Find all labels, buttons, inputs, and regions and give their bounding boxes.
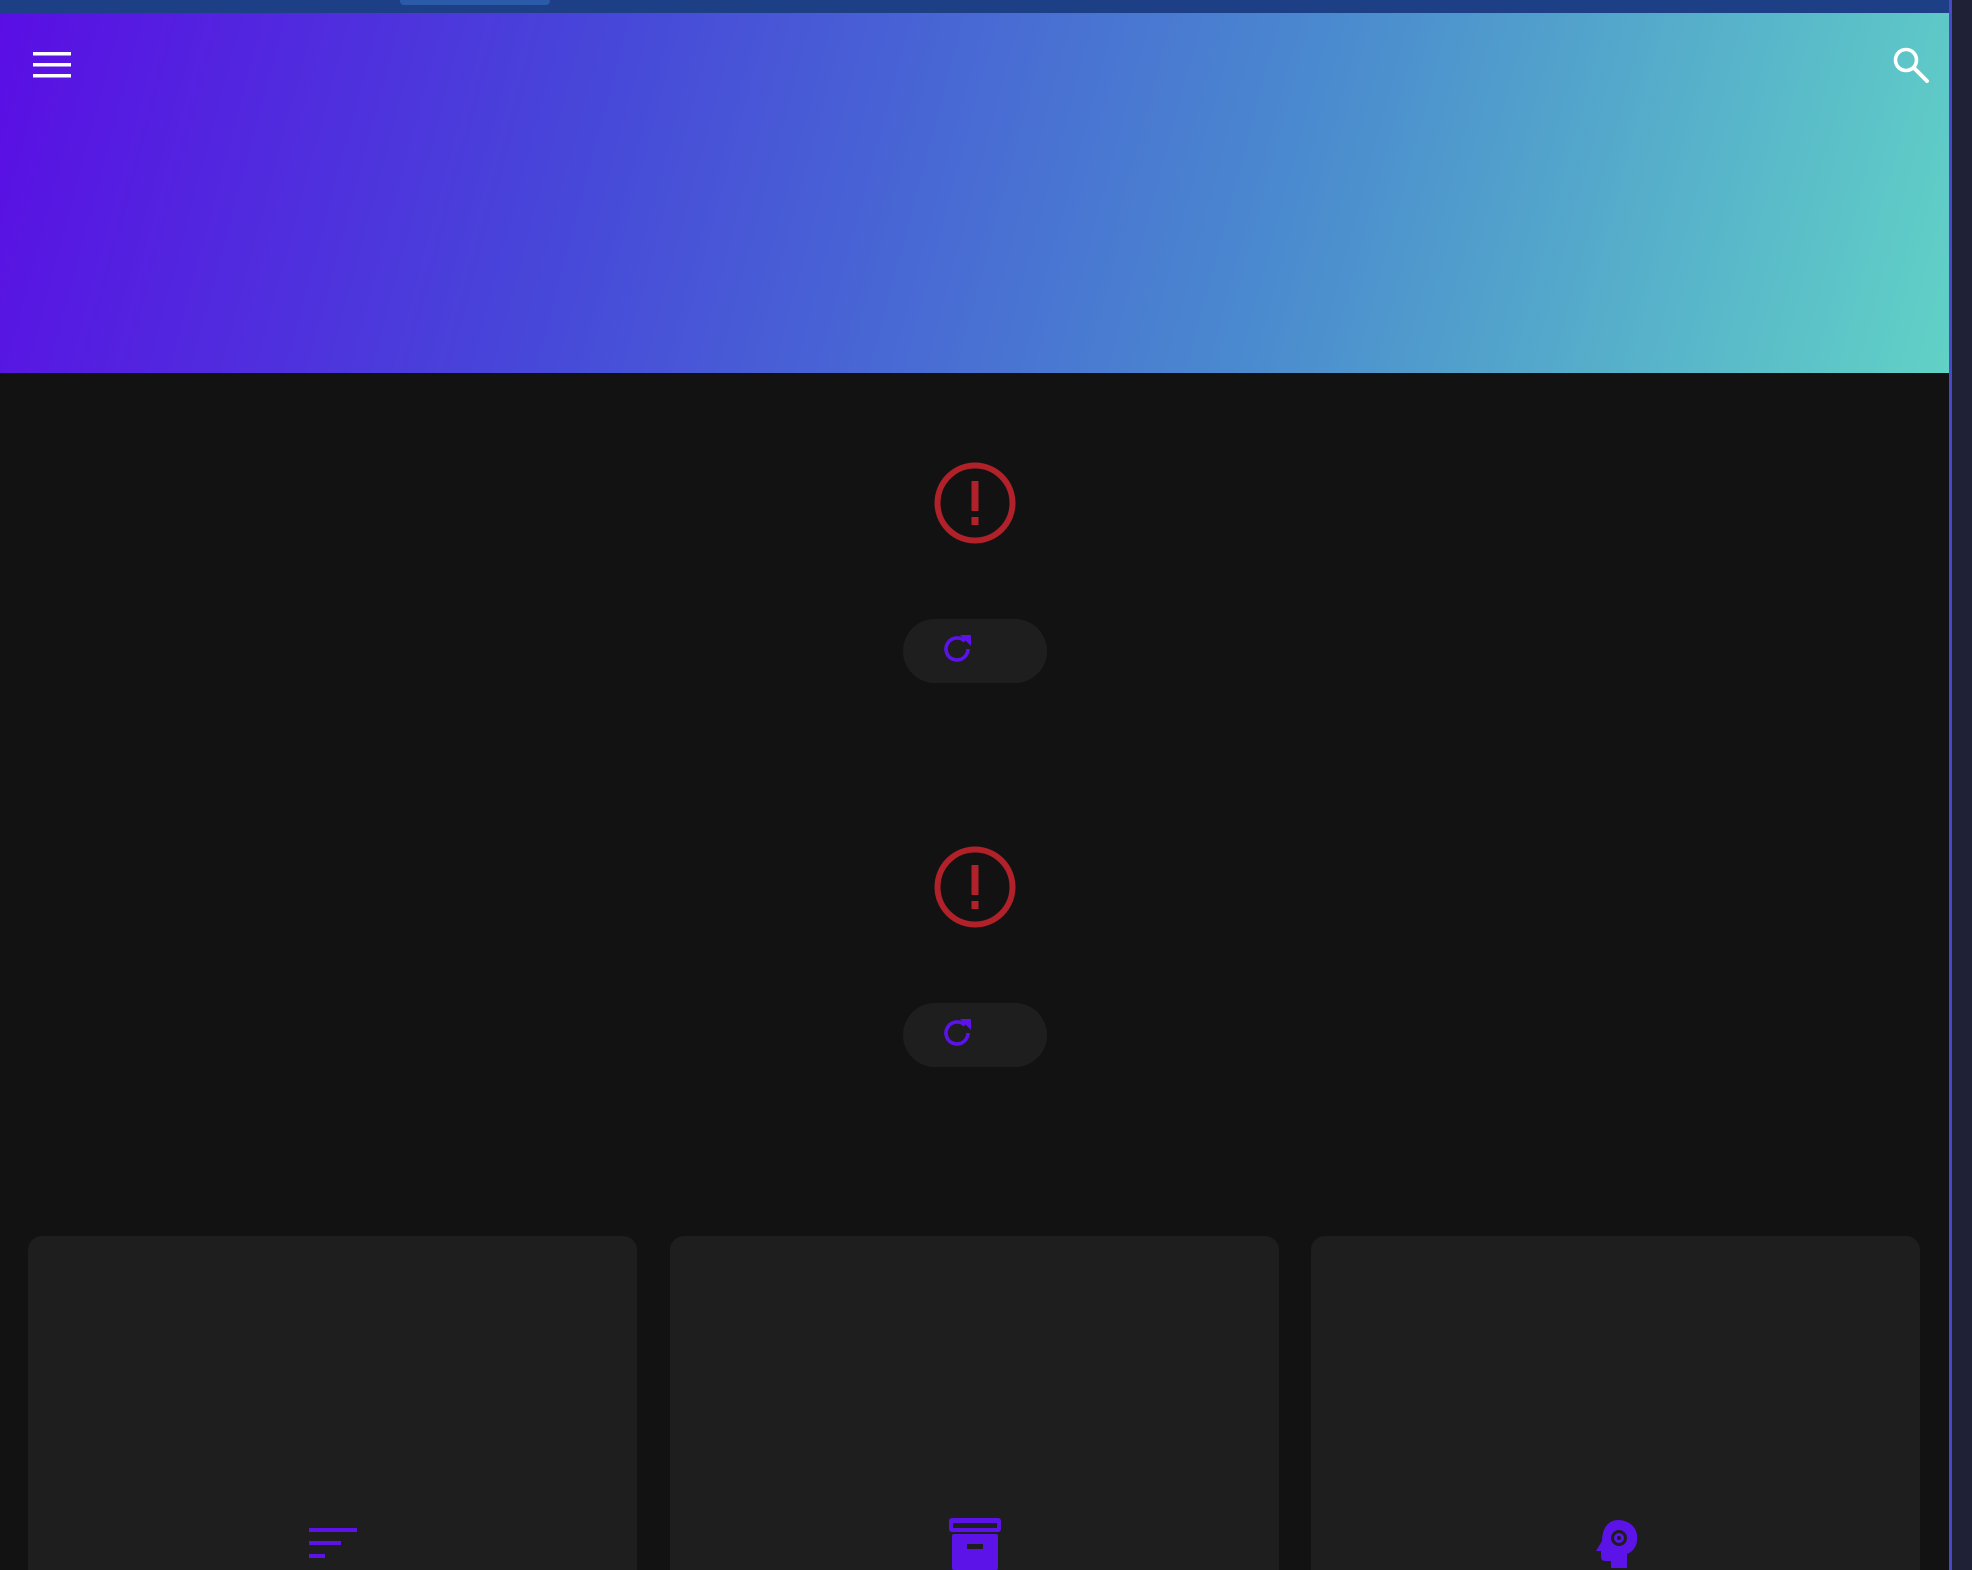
refresh-icon bbox=[939, 631, 975, 672]
card-archive[interactable] bbox=[670, 1236, 1279, 1570]
psychology-icon bbox=[1588, 1516, 1644, 1570]
retry-button[interactable] bbox=[902, 619, 1047, 683]
sort-icon bbox=[305, 1516, 361, 1570]
side-panel-edge bbox=[1952, 0, 1972, 1570]
retry-button[interactable] bbox=[902, 1003, 1047, 1067]
error-circle-icon bbox=[933, 461, 1017, 545]
app-root bbox=[0, 13, 1949, 1570]
menu-icon bbox=[33, 50, 71, 85]
card-sort[interactable] bbox=[28, 1236, 637, 1570]
screen bbox=[0, 0, 1972, 1570]
window-top-strip bbox=[0, 0, 1972, 13]
search-icon bbox=[1892, 46, 1930, 89]
error-state-2 bbox=[0, 845, 1949, 1067]
error-circle-icon bbox=[933, 845, 1017, 929]
error-state-1 bbox=[0, 461, 1949, 683]
window-tab-indicator[interactable] bbox=[400, 0, 550, 5]
search-button[interactable] bbox=[1879, 35, 1943, 99]
archive-icon bbox=[947, 1516, 1003, 1570]
menu-button[interactable] bbox=[20, 35, 84, 99]
refresh-icon bbox=[939, 1015, 975, 1056]
gradient-header bbox=[0, 13, 1949, 373]
card-psychology[interactable] bbox=[1311, 1236, 1920, 1570]
